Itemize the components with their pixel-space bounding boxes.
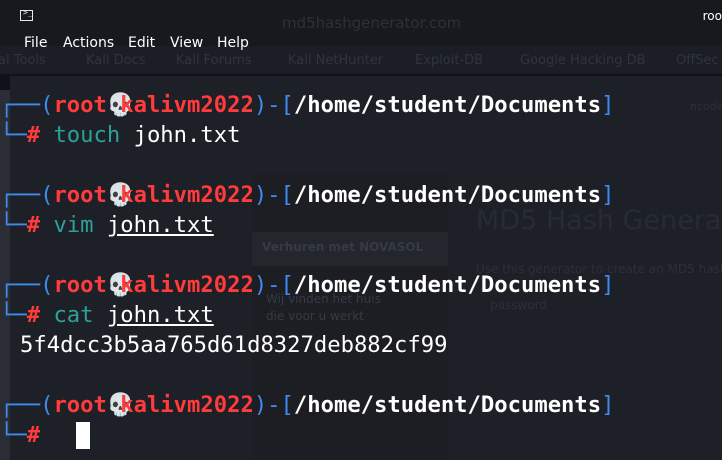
prompt-frame: └─ bbox=[0, 212, 27, 238]
prompt-frame: ] bbox=[601, 182, 615, 208]
prompt-user: root bbox=[53, 272, 107, 298]
menu-actions[interactable]: Actions bbox=[63, 35, 114, 51]
bookmark: al Tools bbox=[0, 53, 46, 68]
command-argument: john.txt bbox=[106, 212, 214, 238]
ad-line: die voor u werkt bbox=[266, 309, 364, 323]
command-name: cat bbox=[53, 302, 94, 328]
ad-title: Verhuren met NOVASOL bbox=[262, 240, 424, 254]
prompt-symbol: # bbox=[26, 422, 41, 448]
prompt-frame: )-[ bbox=[253, 272, 294, 298]
prompt-host: kalivm2022 bbox=[120, 92, 254, 118]
bookmark: Kali NetHunter bbox=[288, 53, 384, 68]
bookmark: Kali Docs bbox=[86, 53, 146, 68]
prompt-frame: )-[ bbox=[253, 182, 294, 208]
prompt-path: /home/student/Documents bbox=[293, 182, 602, 208]
menu-file[interactable]: File bbox=[24, 35, 47, 51]
window-title: roo bbox=[702, 9, 722, 23]
prompt-header: ┌──(root💀kalivm2022)-[/home/student/Docu… bbox=[0, 270, 614, 300]
prompt-frame: └─ bbox=[0, 422, 27, 448]
prompt-symbol: # bbox=[26, 302, 41, 328]
prompt-frame: ┌──( bbox=[0, 182, 54, 208]
prompt-frame: ] bbox=[601, 272, 615, 298]
menu-edit[interactable]: Edit bbox=[128, 35, 155, 51]
prompt-user: root bbox=[53, 182, 107, 208]
prompt-frame: )-[ bbox=[253, 92, 294, 118]
text-cursor[interactable] bbox=[76, 422, 90, 449]
command-name: touch bbox=[53, 122, 121, 148]
bookmark: Kali Forums bbox=[176, 53, 252, 68]
prompt-header: ┌──(root💀kalivm2022)-[/home/student/Docu… bbox=[0, 90, 614, 120]
prompt-frame: └─ bbox=[0, 122, 27, 148]
prompt-path: /home/student/Documents bbox=[293, 392, 602, 418]
prompt-host: kalivm2022 bbox=[120, 182, 254, 208]
menu-view[interactable]: View bbox=[170, 35, 203, 51]
prompt-frame: ] bbox=[601, 92, 615, 118]
prompt-path: /home/student/Documents bbox=[293, 272, 602, 298]
prompt-frame: ┌──( bbox=[0, 392, 54, 418]
bookmark: Exploit-DB bbox=[415, 53, 484, 68]
command-line: └─# vim john.txt bbox=[0, 210, 214, 240]
skull-icon: 💀 bbox=[106, 272, 135, 298]
bookmark: OffSec bbox=[676, 53, 719, 68]
skull-icon: 💀 bbox=[106, 92, 135, 118]
prompt-symbol: # bbox=[26, 122, 41, 148]
prompt-user: root bbox=[53, 392, 107, 418]
terminal-icon: >_ bbox=[20, 8, 33, 21]
page-corner-text: ncoder bbox=[690, 100, 722, 113]
terminal-titlebar: >_ roo bbox=[0, 0, 722, 32]
prompt-host: kalivm2022 bbox=[120, 392, 254, 418]
prompt-frame: ┌──( bbox=[0, 92, 54, 118]
skull-icon: 💀 bbox=[106, 392, 135, 418]
bookmark: Google Hacking DB bbox=[520, 53, 646, 68]
page-description: password bbox=[490, 298, 547, 312]
skull-icon: 💀 bbox=[106, 182, 135, 208]
prompt-header: ┌──(root💀kalivm2022)-[/home/student/Docu… bbox=[0, 180, 614, 210]
prompt-user: root bbox=[53, 92, 107, 118]
command-line: └─# touch john.txt bbox=[0, 120, 240, 150]
prompt-symbol: # bbox=[26, 212, 41, 238]
command-argument: john.txt bbox=[106, 302, 214, 328]
prompt-frame: ] bbox=[601, 392, 615, 418]
prompt-frame: )-[ bbox=[253, 392, 294, 418]
command-line: └─# bbox=[0, 420, 40, 450]
md5-hash-value: 5f4dcc3b5aa765d61d8327deb882cf99 bbox=[20, 332, 448, 358]
prompt-frame: └─ bbox=[0, 302, 27, 328]
prompt-host: kalivm2022 bbox=[120, 272, 254, 298]
command-argument: john.txt bbox=[133, 122, 241, 148]
hash-output: 5f4dcc3b5aa765d61d8327deb882cf99 bbox=[20, 330, 447, 360]
command-line: └─# cat john.txt bbox=[0, 300, 214, 330]
prompt-header: ┌──(root💀kalivm2022)-[/home/student/Docu… bbox=[0, 390, 614, 420]
command-name: vim bbox=[53, 212, 94, 238]
menu-help[interactable]: Help bbox=[217, 35, 249, 51]
prompt-frame: ┌──( bbox=[0, 272, 54, 298]
prompt-path: /home/student/Documents bbox=[293, 92, 602, 118]
